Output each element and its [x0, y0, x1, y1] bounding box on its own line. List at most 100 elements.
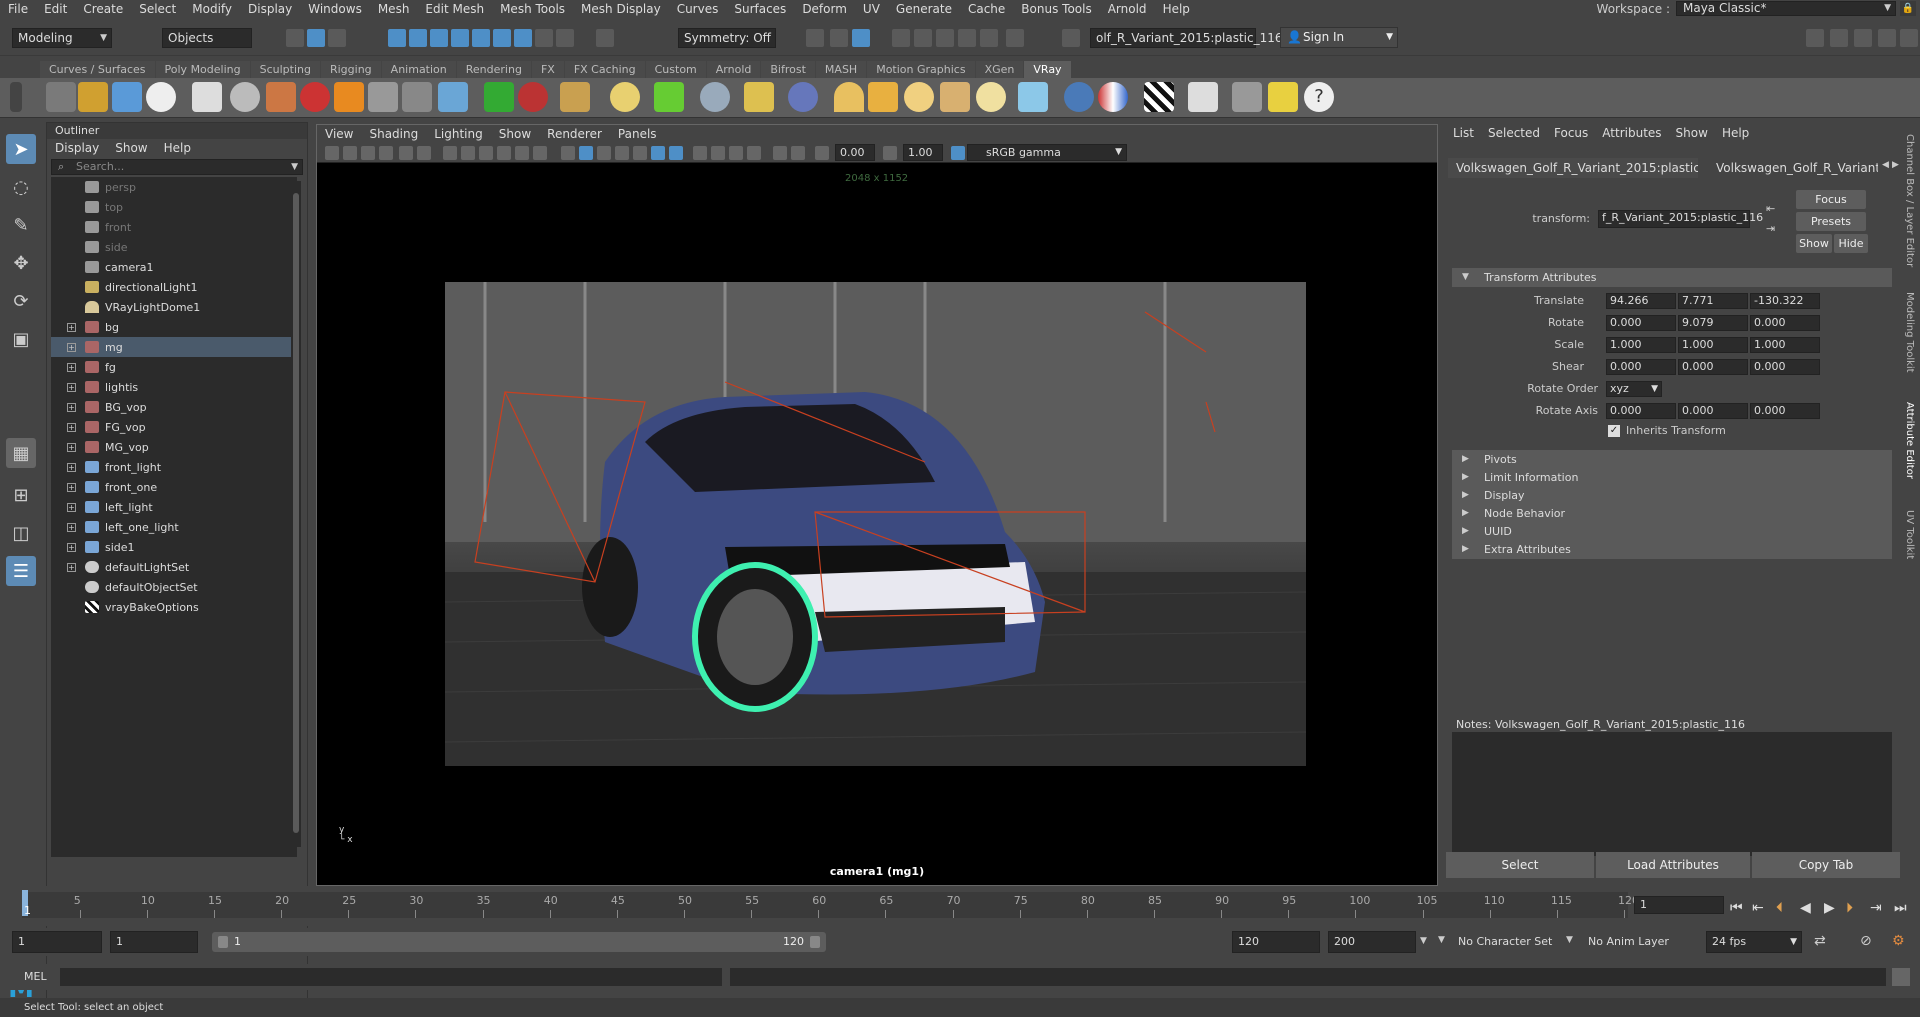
rotate-axis-x-field[interactable]: 0.000: [1606, 403, 1676, 419]
attr-menu-show[interactable]: Show: [1669, 126, 1715, 140]
menu-mesh-display[interactable]: Mesh Display: [573, 2, 669, 16]
rotate-y-field[interactable]: 9.079: [1678, 315, 1748, 331]
xray-icon[interactable]: [693, 146, 707, 160]
grease-pencil-icon[interactable]: [417, 146, 431, 160]
vray-light-lister-icon[interactable]: [1268, 82, 1298, 112]
vray-material-sphere-icon[interactable]: [1064, 82, 1094, 112]
copy-tab-button[interactable]: Copy Tab: [1752, 852, 1900, 878]
symmetry-dropdown[interactable]: Symmetry: Off: [678, 28, 776, 48]
vray-volume-icon[interactable]: [560, 82, 590, 112]
step-forward-frame-icon[interactable]: ⏵: [1846, 900, 1853, 916]
vray-frame-buffer-icon[interactable]: [112, 82, 142, 112]
soft-select-icon[interactable]: [806, 29, 824, 47]
vray-spot-light-icon[interactable]: [868, 82, 898, 112]
tab-attribute-editor[interactable]: Attribute Editor: [1904, 402, 1915, 479]
menu-help[interactable]: Help: [1155, 2, 1198, 16]
motion-blur-icon[interactable]: [747, 146, 761, 160]
attr-menu-attributes[interactable]: Attributes: [1595, 126, 1668, 140]
time-slider[interactable]: 5 10 15 20 25 30 35 40 45 50 55 60 65 70 75 80 85 90 95 100…: [0, 886, 1920, 926]
vray-render-view-icon[interactable]: [1188, 82, 1218, 112]
shear-y-field[interactable]: 0.000: [1678, 359, 1748, 375]
snap-curve-icon[interactable]: [409, 29, 427, 47]
attr-menu-focus[interactable]: Focus: [1547, 126, 1595, 140]
shelf-tab-custom[interactable]: Custom: [645, 61, 706, 78]
viewport-menu-show[interactable]: Show: [491, 127, 539, 141]
outliner-search-input[interactable]: ⌕ Search... ▼: [51, 159, 303, 175]
isolate-select-icon[interactable]: [669, 146, 683, 160]
snap-view-plane-icon[interactable]: [493, 29, 511, 47]
shelf-tab-vray[interactable]: VRay: [1024, 61, 1071, 78]
image-plane-icon[interactable]: [379, 146, 393, 160]
expand-icon[interactable]: +: [67, 482, 76, 492]
load-attributes-button[interactable]: Load Attributes: [1596, 852, 1750, 878]
scale-z-field[interactable]: 1.000: [1750, 337, 1820, 353]
depth-of-field-icon[interactable]: [791, 146, 805, 160]
shelf-tab-rigging[interactable]: Rigging: [320, 61, 381, 78]
gate-mask-icon[interactable]: [497, 146, 511, 160]
highlight-icon[interactable]: [556, 29, 574, 47]
render-frame-icon[interactable]: [914, 29, 932, 47]
vray-sphere-icon[interactable]: [230, 82, 260, 112]
search-options-icon[interactable]: ▼: [291, 160, 298, 174]
shelf-tab-sculpting[interactable]: Sculpting: [250, 61, 320, 78]
mel-label[interactable]: MEL: [24, 970, 47, 983]
outliner-item-front-one[interactable]: + front_one: [51, 477, 297, 497]
range-start-handle[interactable]: [218, 936, 228, 948]
menu-arnold[interactable]: Arnold: [1100, 2, 1155, 16]
auto-key-icon[interactable]: ⊘: [1860, 933, 1872, 949]
2d-pan-icon[interactable]: [399, 146, 413, 160]
vray-fur-icon[interactable]: [266, 82, 296, 112]
camera-select-icon[interactable]: [325, 146, 339, 160]
menu-deform[interactable]: Deform: [794, 2, 855, 16]
anti-aliasing-icon[interactable]: [773, 146, 787, 160]
range-bar[interactable]: 1 120: [212, 932, 826, 952]
outliner-layout-icon[interactable]: [1830, 29, 1848, 47]
tab-modeling-toolkit[interactable]: Modeling Toolkit: [1904, 292, 1915, 373]
outliner-item-front[interactable]: front: [51, 217, 297, 237]
render-settings-icon[interactable]: [958, 29, 976, 47]
section-uuid[interactable]: UUID: [1452, 522, 1892, 541]
outliner-item-vraybakeoptions[interactable]: vrayBakeOptions: [51, 597, 297, 617]
expand-icon[interactable]: +: [67, 342, 76, 352]
lock-icon[interactable]: 🔒: [1900, 1, 1916, 16]
shelf-tab-curves-surfaces[interactable]: Curves / Surfaces: [40, 61, 155, 78]
outliner-item-vraylightdome1[interactable]: VRayLightDome1: [51, 297, 297, 317]
outliner-menu-show[interactable]: Show: [107, 141, 155, 155]
vray-light-sphere-icon[interactable]: [788, 82, 818, 112]
menu-select[interactable]: Select: [131, 2, 184, 16]
menu-display[interactable]: Display: [240, 2, 300, 16]
tab-scroll-left-icon[interactable]: ◀: [1882, 160, 1889, 170]
shelf-tab-bifrost[interactable]: Bifrost: [761, 61, 815, 78]
lasso-tool-icon[interactable]: ◌: [6, 172, 36, 202]
symmetry-icon[interactable]: [596, 29, 614, 47]
lock-selection-icon[interactable]: [535, 29, 553, 47]
viewport-menu-shading[interactable]: Shading: [361, 127, 426, 141]
shelf-tab-mash[interactable]: MASH: [815, 61, 867, 78]
bookmark-icon[interactable]: [361, 146, 375, 160]
range-menu-icon[interactable]: ▼: [1420, 936, 1427, 946]
focus-input-icon[interactable]: ⇥: [1766, 222, 1775, 235]
xray-joints-icon[interactable]: [711, 146, 725, 160]
hypershade-icon[interactable]: [980, 29, 998, 47]
step-back-key-icon[interactable]: ⇤: [1752, 900, 1764, 916]
select-hierarchy-icon[interactable]: [286, 29, 304, 47]
outliner-menu-display[interactable]: Display: [47, 141, 107, 155]
select-component-icon[interactable]: [328, 29, 346, 47]
construction-history-icon[interactable]: [830, 29, 848, 47]
snap-grid-icon[interactable]: [388, 29, 406, 47]
vray-render-icon[interactable]: [1006, 29, 1024, 47]
outliner-item-top[interactable]: top: [51, 197, 297, 217]
loop-icon[interactable]: ⇄: [1814, 933, 1826, 949]
object-name-field[interactable]: olf_R_Variant_2015:plastic_116: [1090, 28, 1282, 48]
layout-outliner-icon[interactable]: ☰: [6, 556, 36, 586]
expand-icon[interactable]: +: [67, 322, 76, 332]
character-set-arrow-icon[interactable]: ▼: [1438, 935, 1445, 945]
ambient-occlusion-icon[interactable]: [729, 146, 743, 160]
vray-calendar-icon[interactable]: [1232, 82, 1262, 112]
exposure-icon[interactable]: [815, 146, 829, 160]
play-forwards-icon[interactable]: ▶: [1824, 900, 1835, 916]
transform-name-field[interactable]: f_R_Variant_2015:plastic_116: [1598, 210, 1763, 228]
shelf-menu-icon[interactable]: [10, 82, 22, 112]
snap-surface-icon[interactable]: [472, 29, 490, 47]
vray-clipper-icon[interactable]: [518, 82, 548, 112]
